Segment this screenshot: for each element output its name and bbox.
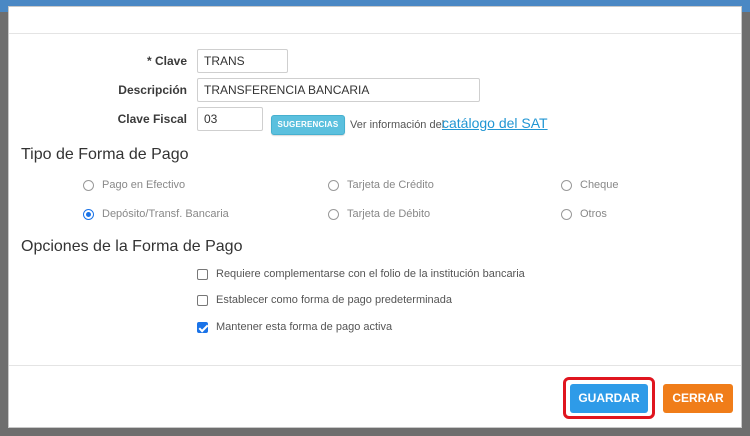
check-activa-box[interactable] — [197, 321, 208, 333]
clave-input[interactable]: TRANS — [197, 49, 288, 73]
radio-pago-efectivo[interactable]: Pago en Efectivo — [83, 179, 185, 191]
radio-otros[interactable]: Otros — [561, 208, 607, 220]
clave-fiscal-input[interactable]: 03 — [197, 107, 263, 131]
catalogo-sat-link[interactable]: catálogo del SAT — [442, 115, 548, 131]
radio-tarjeta-credito-label: Tarjeta de Crédito — [347, 179, 434, 191]
radio-deposito-transf[interactable]: Depósito/Transf. Bancaria — [83, 208, 229, 220]
check-requiere-folio-box[interactable] — [197, 268, 208, 280]
check-predeterminada[interactable]: Establecer como forma de pago predetermi… — [197, 294, 452, 306]
descripcion-label: Descripción — [118, 83, 187, 97]
radio-tarjeta-debito[interactable]: Tarjeta de Débito — [328, 208, 430, 220]
modal-header-divider — [9, 33, 741, 34]
radio-otros-circle[interactable] — [561, 208, 572, 220]
radio-pago-efectivo-circle[interactable] — [83, 179, 94, 191]
radio-deposito-transf-label: Depósito/Transf. Bancaria — [102, 208, 229, 220]
forma-pago-modal: * Clave TRANS Descripción TRANSFERENCIA … — [8, 6, 742, 428]
tipo-forma-pago-title: Tipo de Forma de Pago — [21, 146, 189, 163]
clave-label: * Clave — [146, 54, 187, 68]
descripcion-input[interactable]: TRANSFERENCIA BANCARIA — [197, 78, 480, 102]
check-predeterminada-label: Establecer como forma de pago predetermi… — [216, 294, 453, 306]
guardar-button[interactable]: GUARDAR — [570, 384, 648, 413]
check-requiere-folio-label: Requiere complementarse con el folio de … — [216, 268, 525, 280]
radio-pago-efectivo-label: Pago en Efectivo — [102, 179, 186, 191]
cerrar-button[interactable]: CERRAR — [663, 384, 733, 413]
footer-divider — [9, 365, 741, 366]
sat-info-text: Ver información del — [350, 119, 445, 131]
sugerencias-button[interactable]: SUGERENCIAS — [271, 115, 345, 135]
check-requiere-folio[interactable]: Requiere complementarse con el folio de … — [197, 268, 525, 280]
radio-tarjeta-credito[interactable]: Tarjeta de Crédito — [328, 179, 434, 191]
radio-tarjeta-debito-label: Tarjeta de Débito — [347, 208, 431, 220]
radio-cheque-circle[interactable] — [561, 179, 572, 191]
check-predeterminada-box[interactable] — [197, 294, 208, 306]
opciones-forma-pago-title: Opciones de la Forma de Pago — [21, 238, 243, 255]
radio-tarjeta-credito-circle[interactable] — [328, 179, 339, 191]
check-activa-label: Mantener esta forma de pago activa — [216, 321, 393, 333]
radio-cheque-label: Cheque — [580, 179, 619, 191]
radio-deposito-transf-circle[interactable] — [83, 208, 94, 220]
radio-tarjeta-debito-circle[interactable] — [328, 208, 339, 220]
check-activa[interactable]: Mantener esta forma de pago activa — [197, 321, 392, 333]
radio-cheque[interactable]: Cheque — [561, 179, 619, 191]
radio-otros-label: Otros — [580, 208, 607, 220]
clave-fiscal-label: Clave Fiscal — [117, 112, 187, 126]
